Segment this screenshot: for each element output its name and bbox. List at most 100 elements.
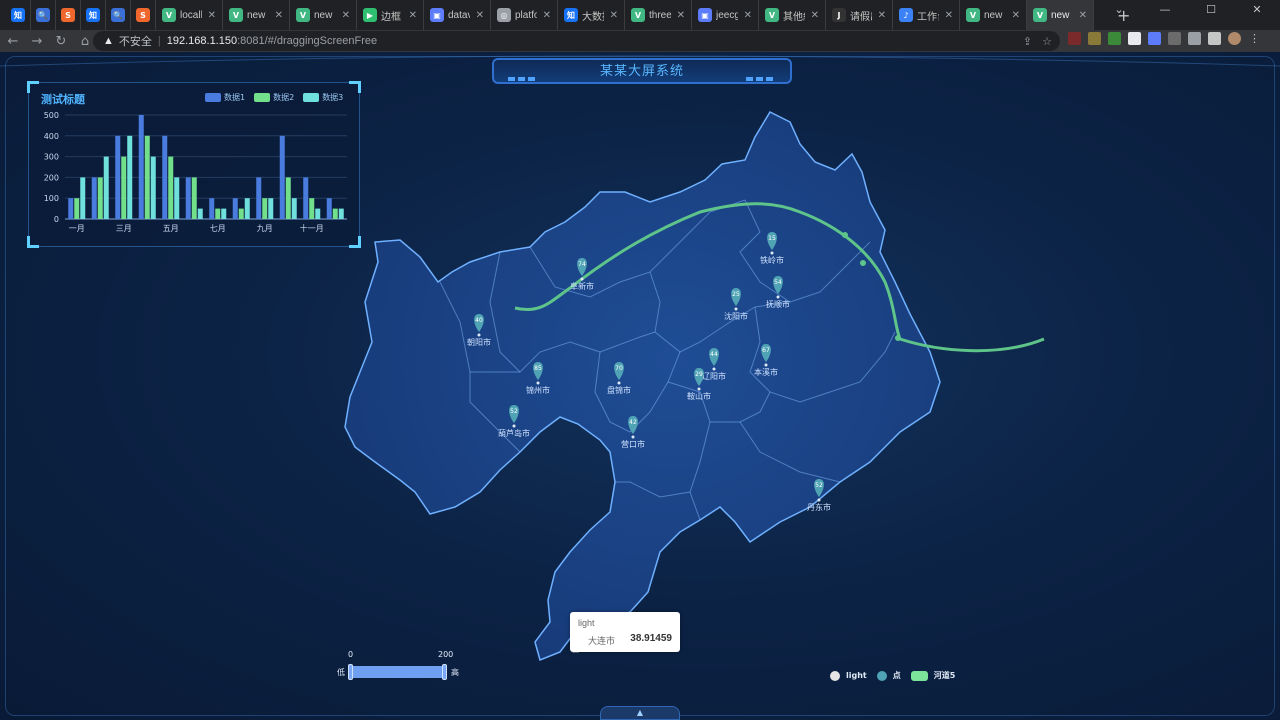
close-icon[interactable]: ✕ [1234,0,1280,20]
sidebar-icon[interactable] [1208,32,1221,45]
browser-tab[interactable]: ▶ 边框 | ✕ [357,0,424,30]
browser-tab[interactable]: 🔍 [106,0,131,30]
vue-icon: V [631,8,645,22]
extension-icon[interactable] [1108,32,1121,45]
visualmap-high-label: 高 [451,668,459,677]
visualmap-handle-max[interactable] [442,664,447,680]
extension-icon[interactable] [1128,32,1141,45]
bar-1 [326,198,332,219]
bar-1 [115,135,121,219]
tab-title: localh [180,9,202,21]
browser-tab[interactable]: ♪ 工作台 ✕ [893,0,960,30]
tab-close-icon[interactable]: ✕ [275,10,283,21]
browser-tab[interactable]: ◎ platfo ✕ [491,0,558,30]
bookmark-star-icon[interactable]: ☆ [1042,35,1052,48]
city-value: 74 [578,261,586,268]
tab-close-icon[interactable]: ✕ [811,10,819,21]
bar-2 [285,177,291,219]
zhihu-icon: 知 [11,8,25,22]
j-icon: J [832,8,846,22]
bar-1 [91,177,97,219]
tab-close-icon[interactable]: ✕ [543,10,551,21]
share-icon[interactable]: ⇪ [1023,35,1032,48]
bar-2 [238,208,244,219]
tab-close-icon[interactable]: ✕ [208,10,216,21]
bar-1 [256,177,262,219]
address-bar[interactable]: ▲ 不安全 | 192.168.1.150:8081/#/draggingScr… [93,31,1060,51]
city-dot [617,381,621,385]
tab-close-icon[interactable]: ✕ [744,10,752,21]
city-name: 盘锦市 [607,385,631,395]
tab-close-icon[interactable]: ✕ [878,10,886,21]
bar-1 [303,177,309,219]
tab-close-icon[interactable]: ✕ [610,10,618,21]
avatar[interactable] [1228,32,1241,45]
y-tick-label: 100 [44,194,59,203]
legend-point-label[interactable]: 点 [893,670,901,681]
browser-tab[interactable]: S [56,0,81,30]
browser-tab[interactable]: Vthreej ✕ [625,0,692,30]
menu-icon[interactable]: ⋮ [1248,32,1261,45]
visualmap-handle-min[interactable] [348,664,353,680]
extension-icon[interactable] [1088,32,1101,45]
extension-icon[interactable] [1168,32,1181,45]
reload-icon[interactable]: ↻ [50,34,72,49]
maximize-icon[interactable]: ☐ [1188,0,1234,20]
tab-title: 工作台 [917,11,939,23]
tab-close-icon[interactable]: ✕ [677,10,685,21]
browser-chrome: 知🔍S知🔍SVlocalh✕Vnew✕Vnew✕▶边框 |✕▣datav✕◎pl… [0,0,1280,52]
map-legend[interactable]: light 点 河道5 [830,670,955,681]
city-value: 70 [615,365,623,372]
city-name: 葫芦岛市 [498,428,530,438]
browser-tab[interactable]: 知大数据 ✕ [558,0,625,30]
tab-close-icon[interactable]: ✕ [1012,10,1020,21]
bottom-drawer-toggle[interactable]: ▲ [600,706,680,720]
tab-title: 大数据 [582,11,604,23]
visualmap-low-label: 低 [337,668,345,677]
legend-light-marker [830,670,840,681]
browser-tab[interactable]: Vnew ✕ [290,0,357,30]
puzzle-icon[interactable] [1188,32,1201,45]
chevron-down-icon[interactable]: ⌄ [1096,0,1142,20]
browser-tab[interactable]: ▣ jeecg ✕ [692,0,759,30]
browser-tab[interactable]: V 其他組 ✕ [759,0,826,30]
legend-light-label[interactable]: light [846,671,867,680]
city-name: 鞍山市 [687,391,711,401]
browser-tab[interactable]: 知 [81,0,106,30]
minimize-icon[interactable]: — [1142,0,1188,20]
browser-tab[interactable]: J 请假出 ✕ [826,0,893,30]
bar-3 [315,208,321,219]
browser-tab[interactable]: 🔍 [31,0,56,30]
forward-icon[interactable]: → [26,34,48,49]
tab-close-icon[interactable]: ✕ [342,10,350,21]
tab-title: new [247,9,266,21]
bar-3 [197,208,203,219]
extension-icon[interactable] [1148,32,1161,45]
tab-close-icon[interactable]: ✕ [476,10,484,21]
browser-tab[interactable]: 知 [6,0,31,30]
x-tick-label: 五月 [163,224,179,233]
browser-tab[interactable]: Vnew ✕ [223,0,290,30]
bar-3 [221,208,227,219]
city-value: 29 [695,371,703,378]
extension-icon[interactable] [1068,32,1081,45]
browser-tab[interactable]: ▣ datav ✕ [424,0,491,30]
tab-close-icon[interactable]: ✕ [945,10,953,21]
bar-2 [309,198,315,219]
browser-tab[interactable]: Vlocalh ✕ [156,0,223,30]
x-tick-label: 九月 [257,224,273,233]
visual-map-slider[interactable]: 0 200 低 高 [336,650,466,680]
browser-tab[interactable]: S [131,0,156,30]
browser-tab[interactable]: Vnew ✕ [1027,0,1094,30]
map-tooltip: light 大连市 38.91459 [570,612,680,652]
browser-tab[interactable]: Vnew ✕ [960,0,1027,30]
tab-close-icon[interactable]: ✕ [409,10,417,21]
vue-icon: V [1033,8,1047,22]
x-tick-label: 十一月 [300,223,324,233]
vue-icon: V [765,8,779,22]
legend-river-label[interactable]: 河道5 [934,670,956,681]
visualmap-range-bar[interactable] [350,666,445,678]
back-icon[interactable]: ← [2,34,24,49]
tab-close-icon[interactable]: ✕ [1079,10,1087,21]
dashboard-screen: 某某大屏系统 15 铁岭市 74 阜新市 54 抚顺市 25 沈阳市 40 朝阳… [0,52,1280,720]
